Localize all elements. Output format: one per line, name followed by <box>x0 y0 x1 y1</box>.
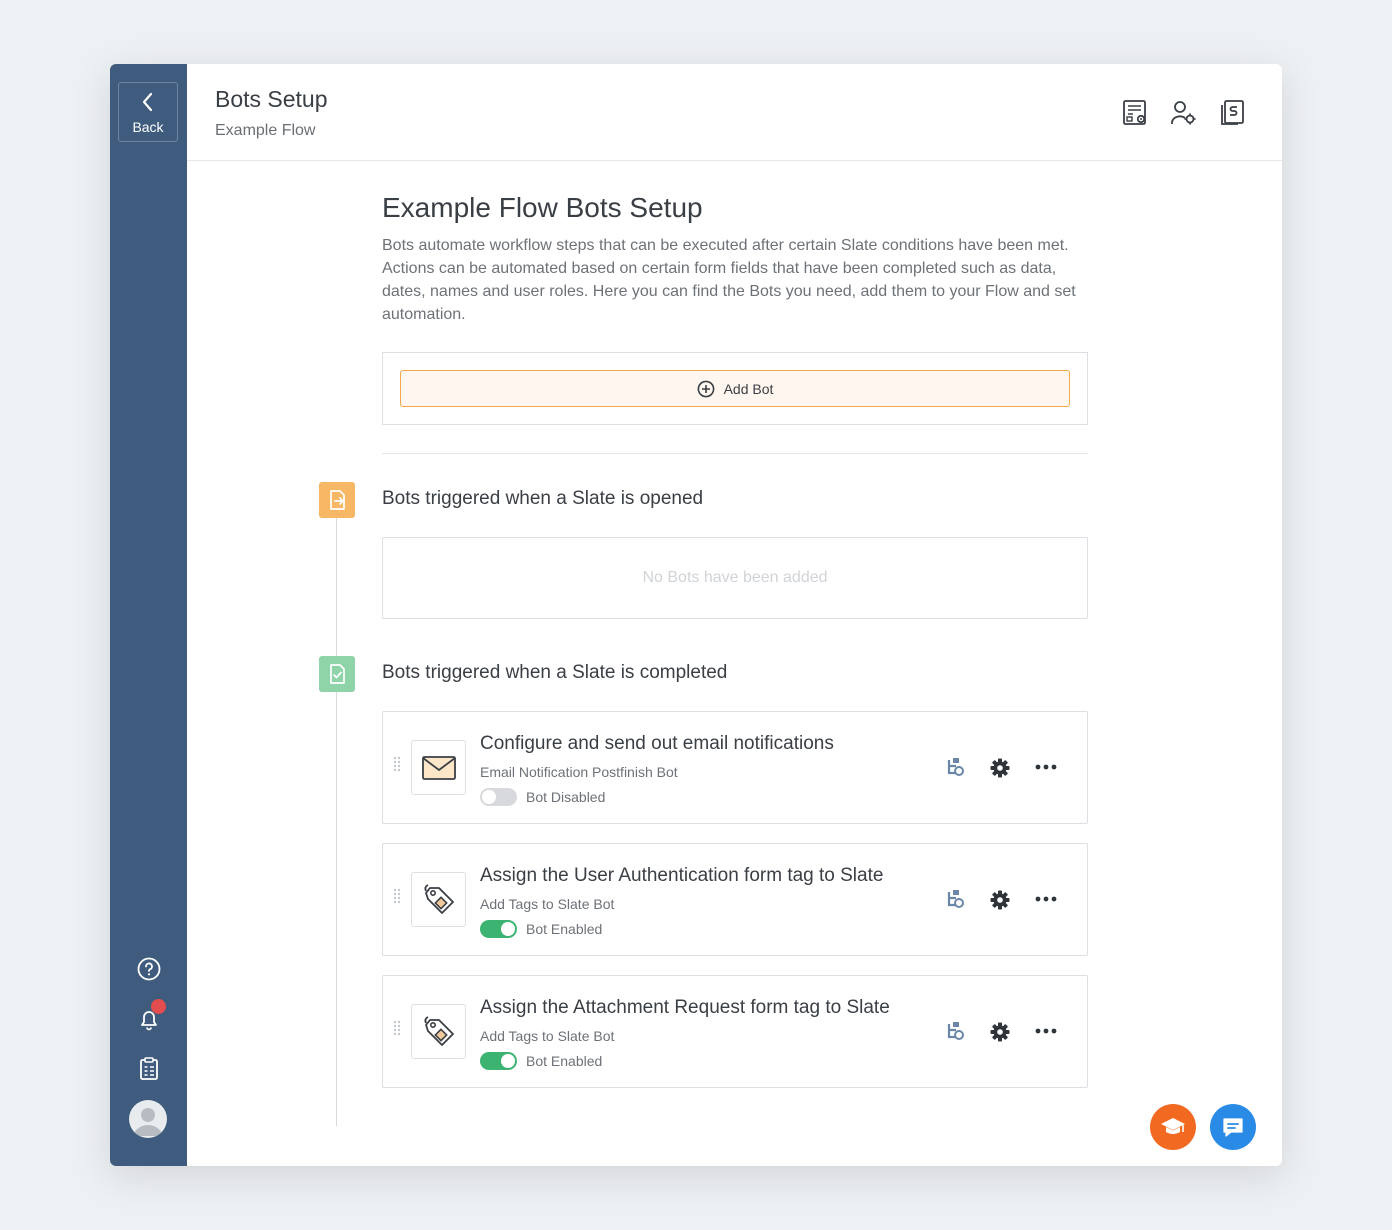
toggle-knob <box>501 922 515 936</box>
gear-icon[interactable] <box>989 757 1011 779</box>
notification-badge <box>150 999 166 1014</box>
bot-title: Configure and send out email notificatio… <box>480 733 834 754</box>
automation-icon[interactable] <box>945 889 965 909</box>
automation-icon[interactable] <box>945 1021 965 1041</box>
bot-status: Bot Enabled <box>526 921 603 937</box>
drag-handle-icon[interactable] <box>393 756 401 772</box>
bot-card: Assign the Attachment Request form tag t… <box>382 975 1088 1088</box>
app-window: Back Bots Setup Example Flow Example Flo… <box>110 64 1282 1166</box>
page-title: Bots Setup <box>215 86 328 112</box>
user-settings-button[interactable] <box>1169 98 1199 128</box>
slate-icon <box>1221 100 1244 125</box>
user-avatar-icon <box>134 1108 162 1136</box>
slate-opened-icon <box>319 482 355 518</box>
notifications-button[interactable] <box>110 999 187 1032</box>
clipboard-icon <box>139 1057 158 1080</box>
bot-status: Bot Disabled <box>526 789 606 805</box>
academy-button[interactable] <box>1150 1104 1196 1150</box>
bot-card: Assign the User Authentication form tag … <box>382 843 1088 956</box>
more-icon[interactable] <box>1035 764 1057 770</box>
sidebar: Back <box>110 64 187 1166</box>
timeline-line <box>336 514 337 1126</box>
graduation-cap-icon <box>1161 1118 1185 1134</box>
bot-toggle[interactable] <box>480 788 517 806</box>
gear-icon[interactable] <box>989 1021 1011 1043</box>
form-settings-button[interactable] <box>1121 98 1151 128</box>
tag-icon <box>411 1004 466 1059</box>
help-icon <box>137 957 160 981</box>
plus-circle-icon <box>697 380 714 397</box>
bot-type: Add Tags to Slate Bot <box>480 1028 615 1044</box>
drag-handle-icon[interactable] <box>393 1020 401 1036</box>
bot-card: Configure and send out email notificatio… <box>382 711 1088 824</box>
bot-status: Bot Enabled <box>526 1053 603 1069</box>
slate-completed-icon <box>319 656 355 692</box>
help-button[interactable] <box>110 956 187 982</box>
section-title-completed: Bots triggered when a Slate is completed <box>382 662 728 683</box>
add-bot-label: Add Bot <box>723 380 774 397</box>
back-label: Back <box>132 119 164 135</box>
bot-type: Add Tags to Slate Bot <box>480 896 615 912</box>
toggle-knob <box>482 790 496 804</box>
slate-button[interactable] <box>1217 98 1247 128</box>
divider <box>382 453 1088 454</box>
clipboard-button[interactable] <box>110 1056 187 1082</box>
tag-icon <box>411 872 466 927</box>
avatar[interactable] <box>129 1100 167 1138</box>
gear-icon[interactable] <box>989 889 1011 911</box>
section-heading: Example Flow Bots Setup <box>382 192 703 223</box>
empty-state-text: No Bots have been added <box>642 569 828 586</box>
intro: Example Flow Bots Setup Bots automate wo… <box>382 192 1088 326</box>
user-settings-icon <box>1171 101 1196 125</box>
drag-handle-icon[interactable] <box>393 888 401 904</box>
back-button[interactable]: Back <box>118 82 178 142</box>
more-icon[interactable] <box>1035 1028 1057 1034</box>
bot-type: Email Notification Postfinish Bot <box>480 764 678 780</box>
description: Bots automate workflow steps that can be… <box>382 237 1076 323</box>
empty-state: No Bots have been added <box>382 537 1088 619</box>
more-icon[interactable] <box>1035 896 1057 902</box>
add-bot-button[interactable]: Add Bot <box>400 370 1070 407</box>
section-title-opened: Bots triggered when a Slate is opened <box>382 488 704 509</box>
chat-icon <box>1223 1118 1243 1137</box>
automation-icon[interactable] <box>945 757 965 777</box>
chevron-left-icon <box>142 92 153 112</box>
form-settings-icon <box>1123 100 1146 125</box>
bot-title: Assign the Attachment Request form tag t… <box>480 997 890 1018</box>
bot-toggle[interactable] <box>480 920 517 938</box>
header: Bots Setup Example Flow <box>187 64 1282 161</box>
page-subtitle: Example Flow <box>215 122 316 139</box>
chat-button[interactable] <box>1210 1104 1256 1150</box>
bot-title: Assign the User Authentication form tag … <box>480 865 884 886</box>
bot-toggle[interactable] <box>480 1052 517 1070</box>
envelope-icon <box>411 740 466 795</box>
add-bot-panel: Add Bot <box>382 352 1088 425</box>
toggle-knob <box>501 1054 515 1068</box>
